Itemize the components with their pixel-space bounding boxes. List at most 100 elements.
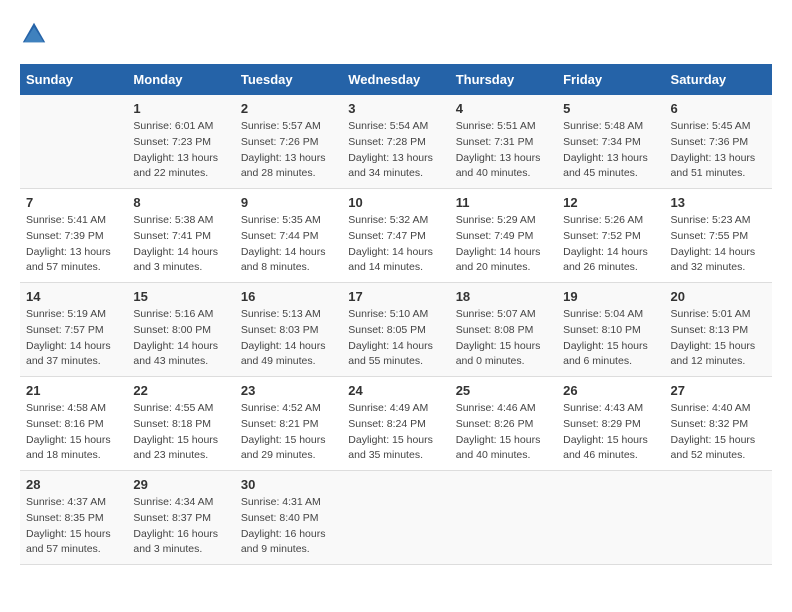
day-number: 8 [133, 195, 228, 210]
day-number: 3 [348, 101, 443, 116]
day-of-week-header: Tuesday [235, 64, 342, 95]
day-number: 7 [26, 195, 121, 210]
week-row: 28 Sunrise: 4:37 AM Sunset: 8:35 PM Dayli… [20, 471, 772, 565]
calendar-cell: 11Sunrise: 5:29 AM Sunset: 7:49 PM Dayli… [450, 189, 557, 283]
day-info: Sunrise: 6:01 AM Sunset: 7:23 PM Dayligh… [133, 119, 228, 182]
day-info: Sunrise: 4:52 AM Sunset: 8:21 PM Dayligh… [241, 401, 336, 464]
logo [20, 20, 52, 48]
calendar-cell: 5 Sunrise: 5:48 AM Sunset: 7:34 PM Daylig… [557, 95, 664, 189]
day-info: Sunrise: 5:48 AM Sunset: 7:34 PM Dayligh… [563, 119, 658, 182]
calendar-cell [342, 471, 449, 565]
calendar-cell: 2 Sunrise: 5:57 AM Sunset: 7:26 PM Daylig… [235, 95, 342, 189]
day-number: 5 [563, 101, 658, 116]
day-info: Sunrise: 5:10 AM Sunset: 8:05 PM Dayligh… [348, 307, 443, 370]
day-of-week-header: Wednesday [342, 64, 449, 95]
calendar-cell: 26 Sunrise: 4:43 AM Sunset: 8:29 PM Dayli… [557, 377, 664, 471]
calendar-table: SundayMondayTuesdayWednesdayThursdayFrid… [20, 64, 772, 565]
calendar-cell: 30 Sunrise: 4:31 AM Sunset: 8:40 PM Dayli… [235, 471, 342, 565]
day-number: 24 [348, 383, 443, 398]
day-number: 18 [456, 289, 551, 304]
calendar-cell: 6 Sunrise: 5:45 AM Sunset: 7:36 PM Daylig… [665, 95, 772, 189]
day-number: 2 [241, 101, 336, 116]
calendar-cell: 3 Sunrise: 5:54 AM Sunset: 7:28 PM Daylig… [342, 95, 449, 189]
day-info: Sunrise: 5:07 AM Sunset: 8:08 PM Dayligh… [456, 307, 551, 370]
day-number: 4 [456, 101, 551, 116]
calendar-cell: 25 Sunrise: 4:46 AM Sunset: 8:26 PM Dayli… [450, 377, 557, 471]
day-number: 21 [26, 383, 121, 398]
day-number: 28 [26, 477, 121, 492]
calendar-cell: 27 Sunrise: 4:40 AM Sunset: 8:32 PM Dayli… [665, 377, 772, 471]
day-info: Sunrise: 5:23 AM Sunset: 7:55 PM Dayligh… [671, 213, 766, 276]
calendar-header-row: SundayMondayTuesdayWednesdayThursdayFrid… [20, 64, 772, 95]
day-number: 30 [241, 477, 336, 492]
week-row: 21 Sunrise: 4:58 AM Sunset: 8:16 PM Dayli… [20, 377, 772, 471]
day-info: Sunrise: 4:40 AM Sunset: 8:32 PM Dayligh… [671, 401, 766, 464]
day-number: 13 [671, 195, 766, 210]
calendar-cell: 14 Sunrise: 5:19 AM Sunset: 7:57 PM Dayli… [20, 283, 127, 377]
day-info: Sunrise: 4:46 AM Sunset: 8:26 PM Dayligh… [456, 401, 551, 464]
calendar-cell: 23 Sunrise: 4:52 AM Sunset: 8:21 PM Dayli… [235, 377, 342, 471]
week-row: 7 Sunrise: 5:41 AM Sunset: 7:39 PM Daylig… [20, 189, 772, 283]
day-info: Sunrise: 5:01 AM Sunset: 8:13 PM Dayligh… [671, 307, 766, 370]
calendar-cell [450, 471, 557, 565]
day-info: Sunrise: 5:16 AM Sunset: 8:00 PM Dayligh… [133, 307, 228, 370]
calendar-cell [665, 471, 772, 565]
calendar-cell: 20Sunrise: 5:01 AM Sunset: 8:13 PM Dayli… [665, 283, 772, 377]
day-number: 14 [26, 289, 121, 304]
day-info: Sunrise: 4:31 AM Sunset: 8:40 PM Dayligh… [241, 495, 336, 558]
calendar-cell: 28 Sunrise: 4:37 AM Sunset: 8:35 PM Dayli… [20, 471, 127, 565]
calendar-cell: 15 Sunrise: 5:16 AM Sunset: 8:00 PM Dayli… [127, 283, 234, 377]
calendar-cell: 24 Sunrise: 4:49 AM Sunset: 8:24 PM Dayli… [342, 377, 449, 471]
day-of-week-header: Sunday [20, 64, 127, 95]
day-info: Sunrise: 4:49 AM Sunset: 8:24 PM Dayligh… [348, 401, 443, 464]
calendar-cell: 17Sunrise: 5:10 AM Sunset: 8:05 PM Dayli… [342, 283, 449, 377]
day-info: Sunrise: 5:19 AM Sunset: 7:57 PM Dayligh… [26, 307, 121, 370]
calendar-cell: 16Sunrise: 5:13 AM Sunset: 8:03 PM Dayli… [235, 283, 342, 377]
day-info: Sunrise: 4:55 AM Sunset: 8:18 PM Dayligh… [133, 401, 228, 464]
calendar-cell: 29 Sunrise: 4:34 AM Sunset: 8:37 PM Dayli… [127, 471, 234, 565]
calendar-cell: 10Sunrise: 5:32 AM Sunset: 7:47 PM Dayli… [342, 189, 449, 283]
calendar-cell [557, 471, 664, 565]
day-number: 22 [133, 383, 228, 398]
day-info: Sunrise: 5:32 AM Sunset: 7:47 PM Dayligh… [348, 213, 443, 276]
calendar-cell: 13 Sunrise: 5:23 AM Sunset: 7:55 PM Dayli… [665, 189, 772, 283]
day-info: Sunrise: 5:04 AM Sunset: 8:10 PM Dayligh… [563, 307, 658, 370]
logo-icon [20, 20, 48, 48]
day-info: Sunrise: 5:26 AM Sunset: 7:52 PM Dayligh… [563, 213, 658, 276]
day-of-week-header: Saturday [665, 64, 772, 95]
day-of-week-header: Monday [127, 64, 234, 95]
calendar-cell: 1 Sunrise: 6:01 AM Sunset: 7:23 PM Daylig… [127, 95, 234, 189]
day-info: Sunrise: 5:45 AM Sunset: 7:36 PM Dayligh… [671, 119, 766, 182]
day-number: 19 [563, 289, 658, 304]
day-number: 6 [671, 101, 766, 116]
day-info: Sunrise: 5:54 AM Sunset: 7:28 PM Dayligh… [348, 119, 443, 182]
day-number: 15 [133, 289, 228, 304]
day-info: Sunrise: 5:35 AM Sunset: 7:44 PM Dayligh… [241, 213, 336, 276]
day-info: Sunrise: 4:37 AM Sunset: 8:35 PM Dayligh… [26, 495, 121, 558]
calendar-cell: 22 Sunrise: 4:55 AM Sunset: 8:18 PM Dayli… [127, 377, 234, 471]
day-number: 12 [563, 195, 658, 210]
day-info: Sunrise: 4:58 AM Sunset: 8:16 PM Dayligh… [26, 401, 121, 464]
day-info: Sunrise: 4:34 AM Sunset: 8:37 PM Dayligh… [133, 495, 228, 558]
day-info: Sunrise: 5:41 AM Sunset: 7:39 PM Dayligh… [26, 213, 121, 276]
day-of-week-header: Friday [557, 64, 664, 95]
day-info: Sunrise: 5:38 AM Sunset: 7:41 PM Dayligh… [133, 213, 228, 276]
calendar-cell: 8 Sunrise: 5:38 AM Sunset: 7:41 PM Daylig… [127, 189, 234, 283]
day-number: 26 [563, 383, 658, 398]
day-number: 23 [241, 383, 336, 398]
day-number: 29 [133, 477, 228, 492]
calendar-cell: 19 Sunrise: 5:04 AM Sunset: 8:10 PM Dayli… [557, 283, 664, 377]
day-number: 9 [241, 195, 336, 210]
calendar-cell: 4Sunrise: 5:51 AM Sunset: 7:31 PM Daylig… [450, 95, 557, 189]
page-header [20, 20, 772, 48]
day-number: 25 [456, 383, 551, 398]
week-row: 1 Sunrise: 6:01 AM Sunset: 7:23 PM Daylig… [20, 95, 772, 189]
week-row: 14 Sunrise: 5:19 AM Sunset: 7:57 PM Dayli… [20, 283, 772, 377]
day-info: Sunrise: 4:43 AM Sunset: 8:29 PM Dayligh… [563, 401, 658, 464]
day-info: Sunrise: 5:29 AM Sunset: 7:49 PM Dayligh… [456, 213, 551, 276]
day-info: Sunrise: 5:57 AM Sunset: 7:26 PM Dayligh… [241, 119, 336, 182]
calendar-cell [20, 95, 127, 189]
day-info: Sunrise: 5:13 AM Sunset: 8:03 PM Dayligh… [241, 307, 336, 370]
day-number: 1 [133, 101, 228, 116]
day-number: 27 [671, 383, 766, 398]
